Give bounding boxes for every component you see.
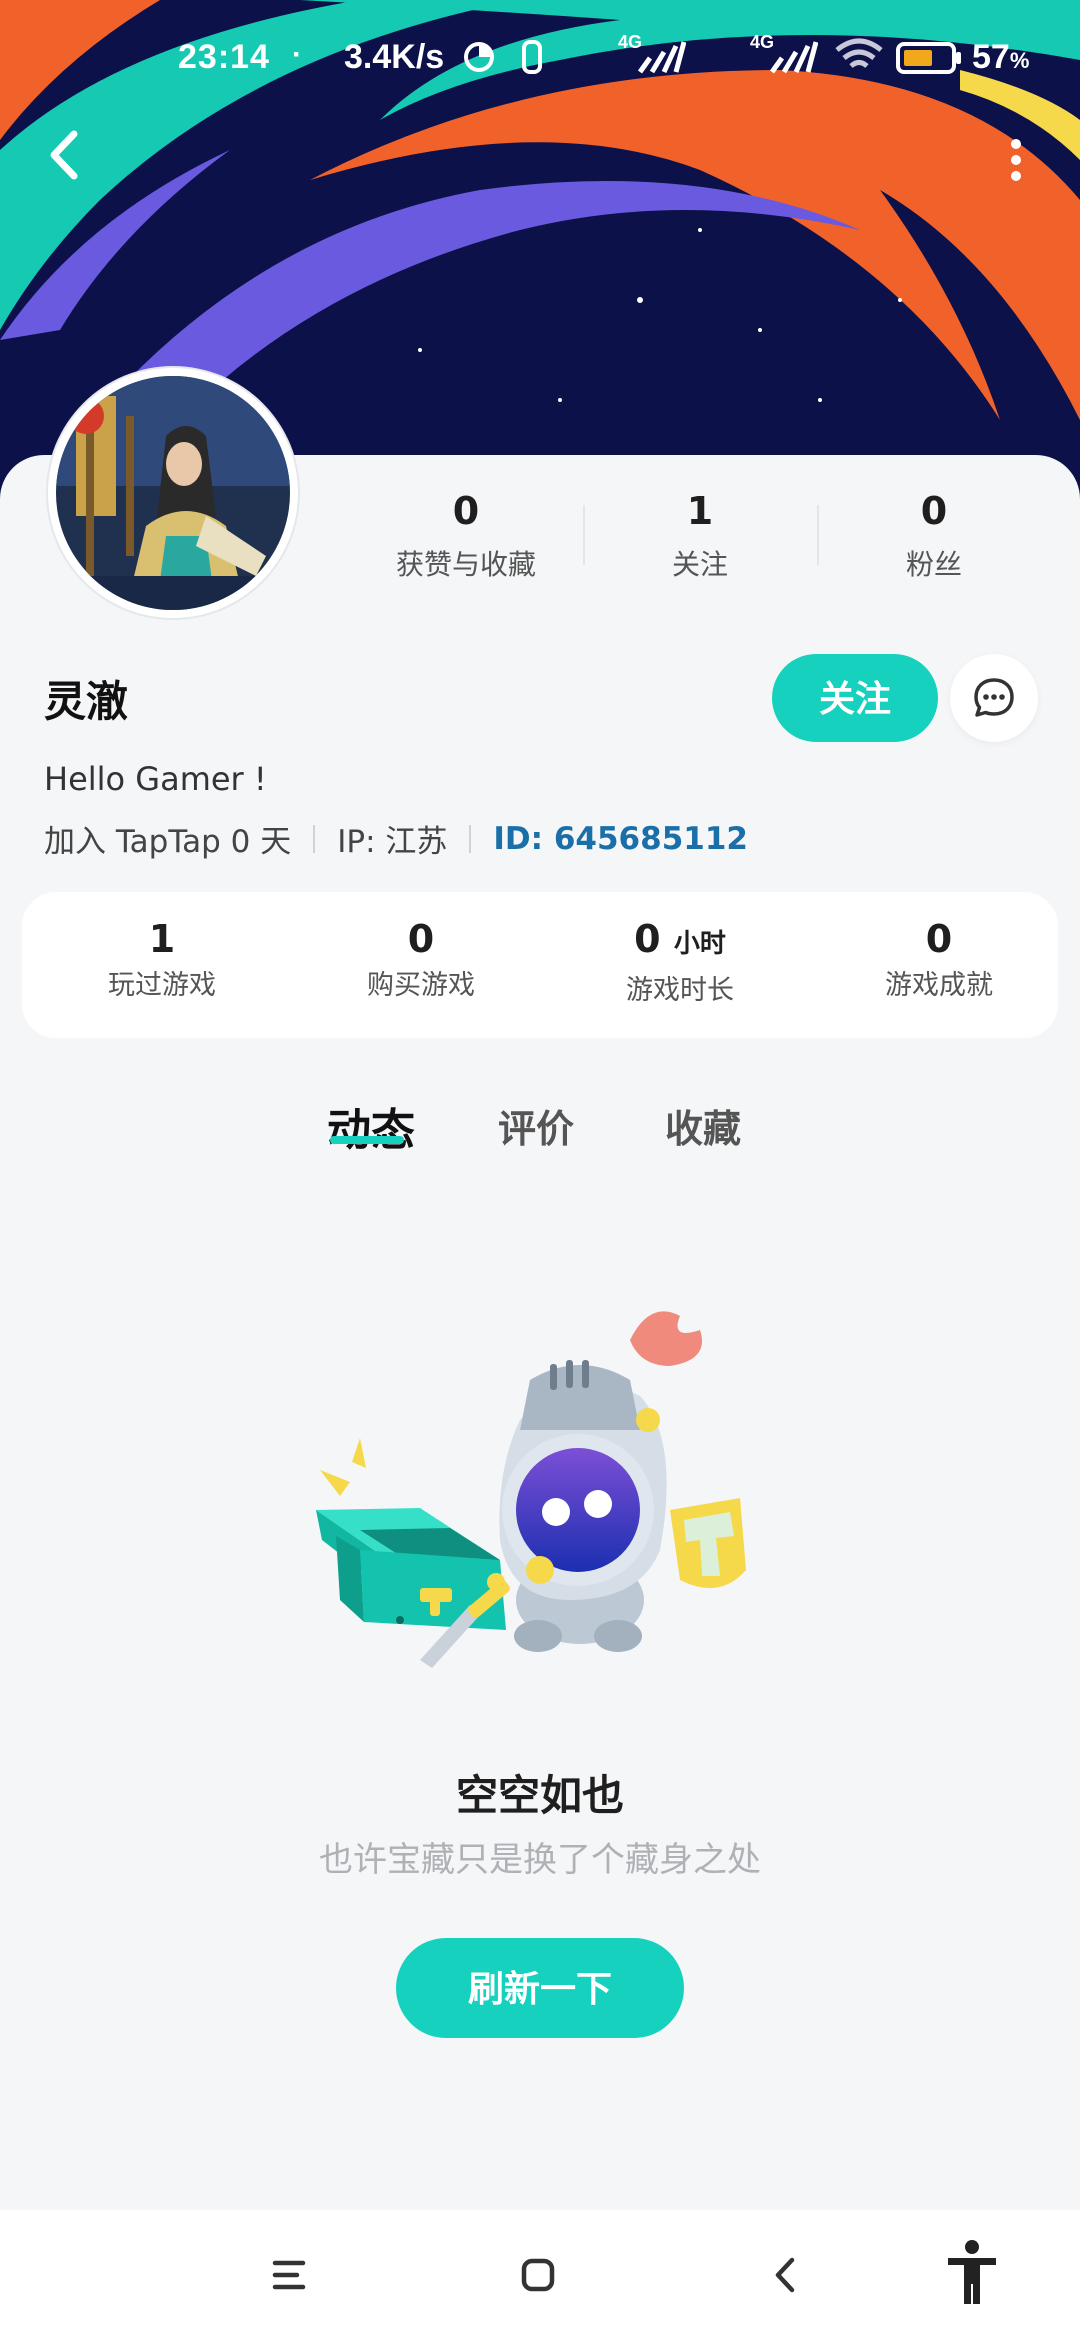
game-stats-card: 1 玩过游戏 0 购买游戏 0 小时 游戏时长 0 游戏成就	[22, 892, 1058, 1038]
system-nav-bar	[0, 2210, 1080, 2340]
purchased-games-label: 购买游戏	[367, 970, 475, 1001]
empty-state-subtitle: 也许宝藏只是换了个藏身之处	[319, 1840, 761, 1880]
back-icon[interactable]	[760, 2248, 814, 2302]
stat-following[interactable]: 1 关注	[600, 488, 800, 582]
play-time-stat[interactable]: 0 小时 游戏时长	[570, 916, 790, 1007]
achievements-label: 游戏成就	[885, 970, 993, 1001]
stat-followers-label: 粉丝	[905, 548, 962, 581]
play-time-label: 游戏时长	[626, 975, 734, 1006]
signal-1-icon	[637, 41, 686, 74]
vibrate-icon	[522, 40, 542, 74]
battery-percent-sign: %	[1009, 48, 1030, 73]
played-games-value: 1	[148, 917, 176, 961]
more-options-icon[interactable]	[998, 130, 1034, 190]
purchased-games-stat[interactable]: 0 购买游戏	[311, 916, 531, 1002]
active-tab-indicator	[330, 1136, 404, 1144]
stat-followers-value: 0	[920, 489, 948, 533]
purchased-games-value: 0	[407, 917, 435, 961]
stat-following-label: 关注	[671, 548, 728, 581]
home-icon[interactable]	[511, 2248, 565, 2302]
back-arrow-icon[interactable]	[40, 120, 100, 190]
achievements-value: 0	[925, 917, 953, 961]
status-time: 23:14	[178, 38, 270, 76]
stat-likes-value: 0	[452, 489, 480, 533]
tab-feed[interactable]: 动态	[327, 1094, 415, 1158]
joined-days: 加入 TapTap 0 天	[44, 824, 292, 860]
played-games-label: 玩过游戏	[108, 970, 216, 1001]
tab-favorites[interactable]: 收藏	[665, 1098, 741, 1153]
data-saver-icon	[464, 42, 494, 72]
play-time-value: 0	[634, 917, 661, 961]
meta-divider	[313, 824, 316, 853]
played-games-stat[interactable]: 1 玩过游戏	[52, 916, 272, 1002]
stat-divider	[583, 505, 585, 565]
content-tabs: 动态 评价 收藏	[0, 1094, 1080, 1174]
stat-followers[interactable]: 0 粉丝	[834, 488, 1034, 582]
follow-button[interactable]: 关注	[772, 654, 938, 742]
profile-bio: Hello Gamer !	[44, 760, 267, 798]
message-button[interactable]	[950, 654, 1038, 742]
wifi-icon	[835, 38, 883, 68]
refresh-button[interactable]: 刷新一下	[396, 1938, 684, 2038]
battery-percentage: 57%	[972, 38, 1029, 77]
play-time-unit: 小时	[673, 929, 726, 959]
avatar[interactable]	[48, 368, 298, 618]
empty-state-title: 空空如也	[455, 1771, 624, 1820]
username: 灵澈	[44, 677, 129, 726]
user-id[interactable]: ID: 645685112	[493, 821, 748, 857]
menu-icon[interactable]	[262, 2248, 316, 2302]
status-bar: 23:14 · 3.4K/s 4G 4G 57%	[0, 0, 1080, 120]
battery-level-value: 57	[972, 38, 1010, 76]
accessibility-icon[interactable]	[942, 2238, 1002, 2308]
tab-reviews[interactable]: 评价	[498, 1098, 574, 1153]
status-separator: ·	[292, 38, 302, 71]
chat-bubble-icon	[974, 678, 1014, 717]
ip-location: IP: 江苏	[337, 824, 448, 860]
meta-divider	[469, 824, 472, 853]
stat-divider	[817, 505, 819, 565]
battery-icon	[896, 42, 961, 74]
stat-following-value: 1	[686, 489, 714, 533]
avatar-image	[56, 376, 290, 610]
achievements-stat[interactable]: 0 游戏成就	[829, 916, 1049, 1002]
stat-likes-label: 获赞与收藏	[395, 548, 536, 581]
network-speed: 3.4K/s	[344, 38, 445, 76]
empty-state-illustration	[316, 1311, 746, 1668]
stat-likes-favorites[interactable]: 0 获赞与收藏	[366, 488, 566, 582]
signal-2-icon	[769, 41, 818, 74]
profile-meta: 加入 TapTap 0 天 IP: 江苏 ID: 645685112	[44, 816, 748, 861]
